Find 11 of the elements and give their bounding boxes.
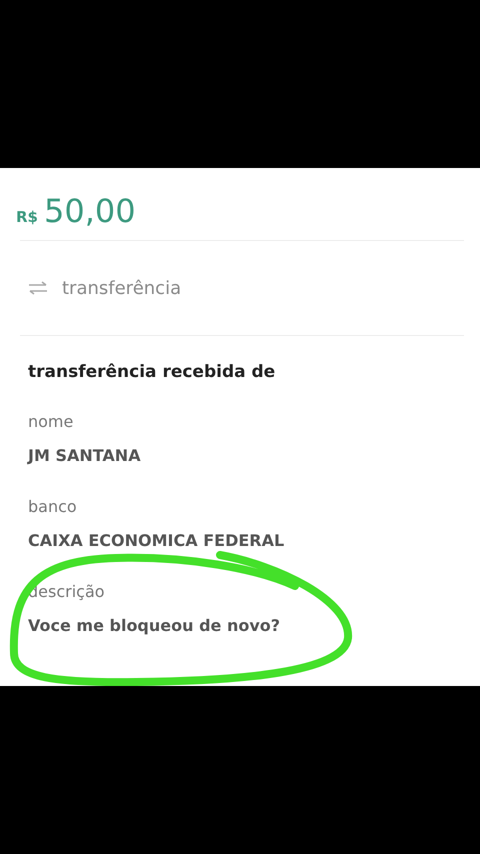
field-label: banco: [28, 496, 77, 518]
transaction-type: transferência: [62, 278, 182, 298]
field-value: Voce me bloqueou de novo?: [28, 615, 280, 637]
currency-symbol: R$: [16, 208, 38, 226]
field-value: CAIXA ECONOMICA FEDERAL: [28, 530, 284, 552]
amount-value: 50,00: [44, 192, 136, 230]
field-label: nome: [28, 411, 74, 433]
section-title: transferência recebida de: [28, 362, 276, 382]
field-value: JM SANTANA: [28, 445, 141, 467]
transfer-arrows-icon: [28, 281, 48, 295]
field-label: descrição: [28, 581, 105, 603]
